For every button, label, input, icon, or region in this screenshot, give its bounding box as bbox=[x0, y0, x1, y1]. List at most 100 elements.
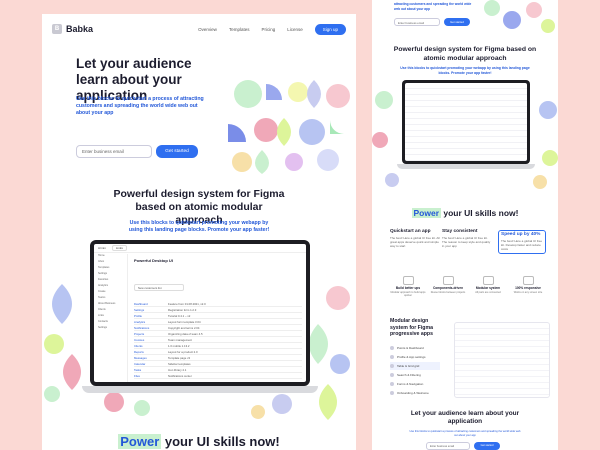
table-row[interactable]: Calendar Sidebar templates bbox=[134, 362, 302, 367]
feature-responsive: 100% responsive Works on any screen size bbox=[510, 276, 546, 294]
table-cell-description: Copyright and terms 2.04 bbox=[168, 326, 200, 330]
power-heading-rest: your UI skills now! bbox=[161, 434, 280, 449]
table-cell-name: Calendar bbox=[134, 362, 146, 366]
card-consistent-text: The best! Here a global UI free kit. The… bbox=[442, 236, 491, 248]
overview-bottom-subtitle: Use this blocks to quickstart a process … bbox=[409, 430, 521, 437]
overview-bottom-get-started-button[interactable]: Get started bbox=[474, 442, 500, 450]
modular-menu-item[interactable]: Table & Grid grid bbox=[390, 362, 440, 370]
overview-app-screen bbox=[405, 83, 527, 161]
table-row[interactable]: Dashboard Feature from 01.08.2021, v2.0 bbox=[134, 302, 302, 307]
app-sidebar-item[interactable]: Settings bbox=[94, 326, 127, 332]
card-speed: Speed up by 40% The best! Here a global … bbox=[498, 230, 546, 254]
logo-icon[interactable]: B bbox=[52, 24, 62, 34]
power-heading: Power your UI skills now! bbox=[42, 434, 356, 449]
signup-button[interactable]: Sign up bbox=[314, 23, 346, 35]
card-quickstart: Quickstart an app The best! Here a globa… bbox=[390, 229, 440, 248]
table-row[interactable]: Notifications Copyright and terms 2.04 bbox=[134, 326, 302, 331]
table-row[interactable]: Reports Layout for a product 2.0 bbox=[134, 350, 302, 355]
overview-get-started-button[interactable]: Get started bbox=[444, 18, 470, 26]
table-cell-name: Invoices bbox=[134, 338, 145, 342]
table-cell-description: Template page v3 bbox=[168, 356, 191, 360]
app-filter-dropdown[interactable]: New customers list bbox=[134, 284, 184, 291]
overview-power-rest: your UI skills now! bbox=[441, 208, 519, 218]
top-navigation: B Babka Overview Templates Pricing Licen… bbox=[52, 21, 346, 37]
feature-build-text: Modular approach to build apps quicker bbox=[390, 290, 426, 298]
laptop-base bbox=[82, 386, 318, 393]
brand-name[interactable]: Babka bbox=[66, 24, 93, 34]
card-quickstart-title: Quickstart an app bbox=[390, 229, 431, 234]
hero-decorative-pattern bbox=[228, 80, 350, 174]
table-cell-description: Layout form template 3.04 bbox=[168, 320, 201, 324]
table-cell-description: Icon library 2.1 bbox=[168, 368, 187, 372]
feature-components: Components-driven Reuse blocks between pr… bbox=[430, 276, 466, 294]
overview-bottom-email-input[interactable]: Enter business email bbox=[426, 442, 470, 450]
table-row[interactable]: Clients 1.0 mobile 1.13.2 bbox=[134, 344, 302, 349]
table-row[interactable]: Files Notifications center bbox=[134, 374, 302, 379]
table-cell-name: Tasks bbox=[134, 368, 142, 372]
modular-menu-label: Points & Dashboard bbox=[397, 346, 424, 350]
feature-modular-text: All parts are connected bbox=[475, 290, 501, 294]
laptop-mockup: Armin Links Home Inbox Templates Settings Fa… bbox=[82, 240, 318, 400]
table-cell-name: Notifications bbox=[134, 326, 150, 330]
nav-link-license[interactable]: License bbox=[287, 27, 303, 32]
nav-link-pricing[interactable]: Pricing bbox=[261, 27, 275, 32]
table-row[interactable]: Tasks Icon library 2.1 bbox=[134, 368, 302, 373]
app-tab-links[interactable]: Links bbox=[111, 245, 127, 251]
modular-menu-label: Profile & App settings bbox=[397, 355, 426, 359]
menu-item-icon bbox=[390, 355, 394, 359]
app-sidebar: Home Inbox Templates Settings Favorites Analy… bbox=[94, 254, 128, 382]
card-consistent: Stay consistent The best! Here a global … bbox=[442, 229, 492, 248]
nav-link-templates[interactable]: Templates bbox=[229, 27, 250, 32]
modular-preview-table bbox=[454, 322, 550, 398]
table-cell-description: Notifications center bbox=[168, 374, 192, 378]
table-cell-name: Files bbox=[134, 374, 140, 378]
menu-item-icon bbox=[390, 346, 394, 350]
table-cell-description: Organizing data of team 4.5 bbox=[168, 332, 203, 336]
overview-power-highlight: Power bbox=[411, 208, 442, 218]
table-cell-name: Settings bbox=[134, 308, 145, 312]
feature-modular: Modular system All parts are connected bbox=[470, 276, 506, 294]
table-row[interactable]: Analytics Layout form template 3.04 bbox=[134, 320, 302, 325]
feature-build: Build better ups Modular approach to buil… bbox=[390, 276, 426, 298]
overview-email-input[interactable]: Enter business email bbox=[394, 18, 440, 26]
overview-laptop-mockup bbox=[397, 80, 535, 172]
modular-menu-item[interactable]: Onboarding & Welcome bbox=[390, 389, 440, 397]
menu-item-icon bbox=[390, 364, 394, 368]
app-screen: Armin Links Home Inbox Templates Settings Fa… bbox=[94, 244, 306, 382]
table-cell-name: Projects bbox=[134, 332, 145, 336]
feature-components-text: Reuse blocks between projects bbox=[430, 290, 466, 294]
landing-page-preview: B Babka Overview Templates Pricing Licen… bbox=[42, 14, 356, 450]
card-speed-text: The best! Here a global UI free kit. Dev… bbox=[501, 239, 543, 251]
feature-components-icon bbox=[442, 276, 454, 285]
modular-menu-item[interactable]: Search & Filtering bbox=[390, 371, 440, 379]
table-row[interactable]: Messages Template page v3 bbox=[134, 356, 302, 361]
nav-link-overview[interactable]: Overview bbox=[198, 27, 217, 32]
hero-subtitle: Use this blocks to quickstart a process … bbox=[76, 96, 204, 116]
table-cell-description: Registration form 1.2.3 bbox=[168, 308, 197, 312]
table-cell-name: Profile bbox=[134, 314, 142, 318]
decorative-leaves-right bbox=[309, 286, 350, 420]
table-cell-description: Tutorial 0.4.1 – v2 bbox=[168, 314, 191, 318]
table-row[interactable]: Settings Registration form 1.2.3 bbox=[134, 308, 302, 313]
feature-build-icon bbox=[402, 276, 414, 285]
modular-menu-item[interactable]: Forms & Navigation bbox=[390, 380, 440, 388]
table-row[interactable]: Projects Organizing data of team 4.5 bbox=[134, 332, 302, 337]
feature-responsive-text: Works on any screen size bbox=[513, 290, 543, 294]
modular-title: Modular design system for Figma progress… bbox=[390, 318, 433, 337]
modular-menu-label: Table & Grid grid bbox=[397, 364, 420, 368]
email-input[interactable]: Enter business email bbox=[76, 145, 152, 158]
design-system-subtitle: Use this blocks to quickstart promoting … bbox=[128, 220, 270, 233]
table-cell-name: Clients bbox=[134, 344, 143, 348]
modular-menu-label: Onboarding & Welcome bbox=[397, 391, 429, 395]
menu-item-icon bbox=[390, 373, 394, 377]
table-row[interactable]: Invoices Team management bbox=[134, 338, 302, 343]
app-top-label: Armin bbox=[98, 246, 106, 250]
table-row[interactable]: Profile Tutorial 0.4.1 – v2 bbox=[134, 314, 302, 319]
modular-menu-item[interactable]: Profile & App settings bbox=[390, 353, 440, 361]
overview-power-heading: Power your UI skills now! bbox=[372, 208, 558, 218]
overview-laptop-base bbox=[397, 164, 535, 169]
modular-menu-item[interactable]: Points & Dashboard bbox=[390, 344, 440, 352]
menu-item-icon bbox=[390, 391, 394, 395]
get-started-button[interactable]: Get started bbox=[156, 145, 198, 158]
modular-menu-label: Search & Filtering bbox=[397, 373, 421, 377]
